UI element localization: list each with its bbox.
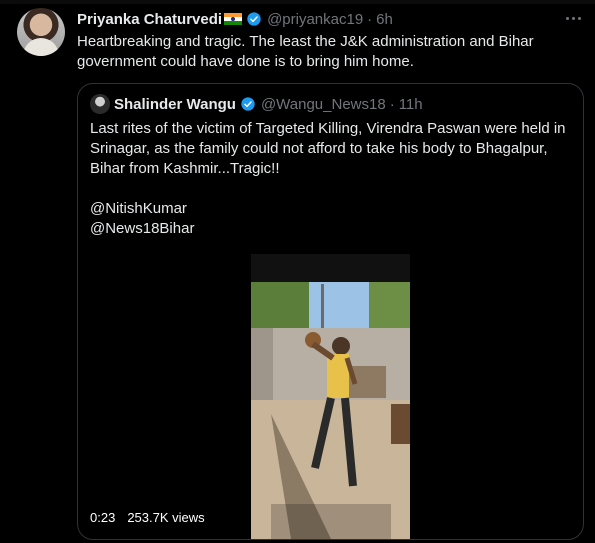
author-avatar[interactable] [17, 8, 65, 56]
video-view-count: 253.7K views [127, 510, 205, 525]
quoted-author-name: Shalinder Wangu [114, 95, 236, 113]
quoted-tweet-text: Last rites of the victim of Targeted Kil… [90, 119, 570, 239]
mention-nitishkumar[interactable]: @NitishKumar [90, 199, 570, 219]
quoted-tweet[interactable]: Shalinder Wangu @Wangu_News18 · 11h Last… [77, 83, 584, 540]
tweet-text-line: government could have done is to bring h… [77, 53, 414, 70]
tweet-timestamp[interactable]: 6h [376, 11, 393, 28]
separator-dot: · [389, 95, 395, 113]
tweet-text-line: Heartbreaking and tragic. The least the … [77, 33, 534, 50]
video-player[interactable] [251, 254, 410, 539]
mention-news18bihar[interactable]: @News18Bihar [90, 219, 570, 239]
quoted-timestamp: 11h [398, 95, 423, 113]
previous-tweet-edge [0, 0, 595, 4]
video-duration: 0:23 [90, 510, 116, 525]
quoted-author-handle: @Wangu_News18 [260, 95, 386, 113]
verified-badge-icon [247, 12, 261, 26]
separator-dot: · [367, 10, 373, 28]
verified-badge-icon [241, 97, 255, 111]
tweet-header: Priyanka Chaturvedi @priyankac19 · 6h [77, 9, 393, 29]
quoted-author-avatar [90, 94, 110, 114]
video-frame [251, 254, 410, 539]
video-overlay: 0:23 253.7K views [90, 510, 205, 525]
tweet-text: Heartbreaking and tragic. The least the … [77, 32, 577, 72]
more-options-icon[interactable] [563, 10, 583, 26]
quoted-tweet-header: Shalinder Wangu @Wangu_News18 · 11h [90, 94, 423, 114]
india-flag-icon [224, 13, 243, 25]
quoted-text-line: Last rites of the victim of Targeted Kil… [90, 120, 566, 137]
quoted-text-line: Bihar from Kashmir...Tragic!! [90, 160, 280, 177]
quoted-text-line [90, 179, 570, 199]
author-name[interactable]: Priyanka Chaturvedi [77, 11, 222, 28]
author-handle[interactable]: @priyankac19 [267, 11, 363, 28]
quoted-text-line: Srinagar, as the family could not afford… [90, 140, 548, 157]
